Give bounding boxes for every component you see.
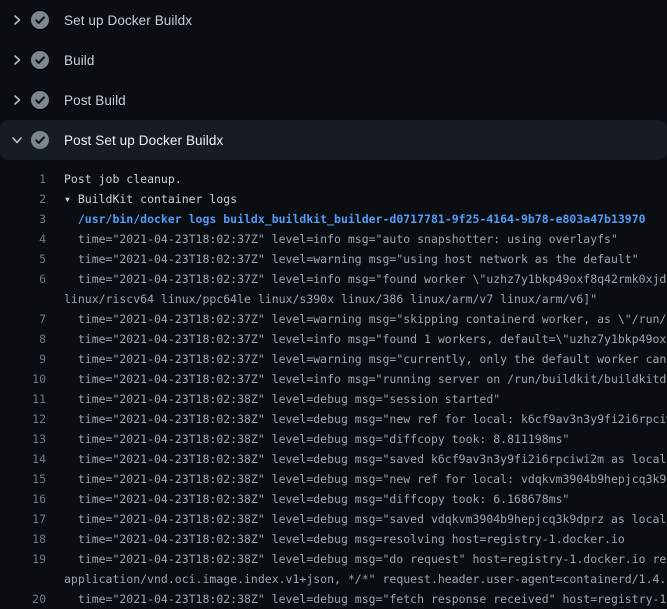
log-line: 7 time="2021-04-23T18:02:37Z" level=warn… [0,309,667,329]
log-line: 20 time="2021-04-23T18:02:38Z" level=deb… [0,589,667,609]
section-label: Post Set up Docker Buildx [64,133,223,148]
line-number[interactable]: 5 [0,249,46,269]
line-number[interactable]: 13 [0,429,46,449]
line-number[interactable]: 8 [0,329,46,349]
check-circle-icon [31,11,49,29]
log-text: time="2021-04-23T18:02:38Z" level=debug … [46,549,667,569]
line-number[interactable]: 7 [0,309,46,329]
line-number[interactable]: 16 [0,489,46,509]
line-number[interactable]: 12 [0,409,46,429]
line-number[interactable]: 15 [0,469,46,489]
line-number[interactable]: 11 [0,389,46,409]
line-number[interactable]: 10 [0,369,46,389]
log-line: 15 time="2021-04-23T18:02:38Z" level=deb… [0,469,667,489]
log-text: time="2021-04-23T18:02:38Z" level=debug … [46,449,667,469]
log-line-continuation: linux/riscv64 linux/ppc64le linux/s390x … [0,289,667,309]
steps-list: Set up Docker Buildx Build Post Build Post … [0,0,667,160]
line-number [0,569,46,589]
line-number[interactable]: 4 [0,229,46,249]
log-text: time="2021-04-23T18:02:38Z" level=debug … [46,429,569,449]
log-line: 19 time="2021-04-23T18:02:38Z" level=deb… [0,549,667,569]
log-text: time="2021-04-23T18:02:38Z" level=debug … [46,389,500,409]
log-line: 6 time="2021-04-23T18:02:37Z" level=info… [0,269,667,289]
log-line: 2▾ BuildKit container logs [0,189,667,209]
line-number[interactable]: 6 [0,269,46,289]
log-text: ▾ BuildKit container logs [46,189,237,209]
log-text: linux/riscv64 linux/ppc64le linux/s390x … [46,289,597,309]
log-text: time="2021-04-23T18:02:38Z" level=debug … [46,469,667,489]
log-line: 11 time="2021-04-23T18:02:38Z" level=deb… [0,389,667,409]
log-line: 5 time="2021-04-23T18:02:37Z" level=warn… [0,249,667,269]
section-header-post-set-up-docker-buildx[interactable]: Post Set up Docker Buildx [0,120,667,160]
check-circle-icon [31,131,49,149]
log-line: 10 time="2021-04-23T18:02:37Z" level=inf… [0,369,667,389]
chevron-down-icon [11,134,23,146]
command-text[interactable]: /usr/bin/docker logs buildx_buildkit_bui… [46,209,646,229]
line-number[interactable]: 2 [0,189,46,209]
log-line-continuation: application/vnd.oci.image.index.v1+json,… [0,569,667,589]
log-line: 4 time="2021-04-23T18:02:37Z" level=info… [0,229,667,249]
log-text: time="2021-04-23T18:02:37Z" level=warnin… [46,349,667,369]
log-line: 12 time="2021-04-23T18:02:38Z" level=deb… [0,409,667,429]
log-text: time="2021-04-23T18:02:38Z" level=debug … [46,489,569,509]
log-line: 14 time="2021-04-23T18:02:38Z" level=deb… [0,449,667,469]
log-line: 18 time="2021-04-23T18:02:38Z" level=deb… [0,529,667,549]
log-line: 8 time="2021-04-23T18:02:37Z" level=info… [0,329,667,349]
log-viewer: 1Post job cleanup.2▾ BuildKit container … [0,160,667,609]
check-circle-icon [31,91,49,109]
line-number[interactable]: 18 [0,529,46,549]
line-number [0,289,46,309]
line-number[interactable]: 9 [0,349,46,369]
log-text: application/vnd.oci.image.index.v1+json,… [46,569,667,589]
section-label: Set up Docker Buildx [64,13,192,28]
chevron-right-icon [11,14,23,26]
log-text: time="2021-04-23T18:02:37Z" level=warnin… [46,249,639,269]
log-line: 16 time="2021-04-23T18:02:38Z" level=deb… [0,489,667,509]
line-number[interactable]: 14 [0,449,46,469]
section-header-build[interactable]: Build [0,40,667,80]
log-text: time="2021-04-23T18:02:37Z" level=warnin… [46,309,667,329]
log-text: time="2021-04-23T18:02:37Z" level=info m… [46,269,667,289]
chevron-right-icon [11,54,23,66]
log-line: 17 time="2021-04-23T18:02:38Z" level=deb… [0,509,667,529]
log-line: 3 /usr/bin/docker logs buildx_buildkit_b… [0,209,667,229]
section-label: Build [64,53,95,68]
log-text: time="2021-04-23T18:02:38Z" level=debug … [46,409,667,429]
section-header-set-up-docker-buildx[interactable]: Set up Docker Buildx [0,0,667,40]
log-text: time="2021-04-23T18:02:37Z" level=info m… [46,329,667,349]
log-text: time="2021-04-23T18:02:38Z" level=debug … [46,529,625,549]
section-label: Post Build [64,93,126,108]
log-line: 9 time="2021-04-23T18:02:37Z" level=warn… [0,349,667,369]
line-number[interactable]: 1 [0,169,46,189]
chevron-right-icon [11,94,23,106]
check-circle-icon [31,51,49,69]
line-number[interactable]: 20 [0,589,46,609]
log-text: time="2021-04-23T18:02:38Z" level=debug … [46,589,667,609]
log-text: time="2021-04-23T18:02:37Z" level=info m… [46,229,618,249]
log-text: Post job cleanup. [46,169,182,189]
line-number[interactable]: 3 [0,209,46,229]
log-line: 13 time="2021-04-23T18:02:38Z" level=deb… [0,429,667,449]
log-text: time="2021-04-23T18:02:38Z" level=debug … [46,509,667,529]
section-header-post-build[interactable]: Post Build [0,80,667,120]
line-number[interactable]: 17 [0,509,46,529]
log-line: 1Post job cleanup. [0,169,667,189]
line-number[interactable]: 19 [0,549,46,569]
log-text: time="2021-04-23T18:02:37Z" level=info m… [46,369,667,389]
